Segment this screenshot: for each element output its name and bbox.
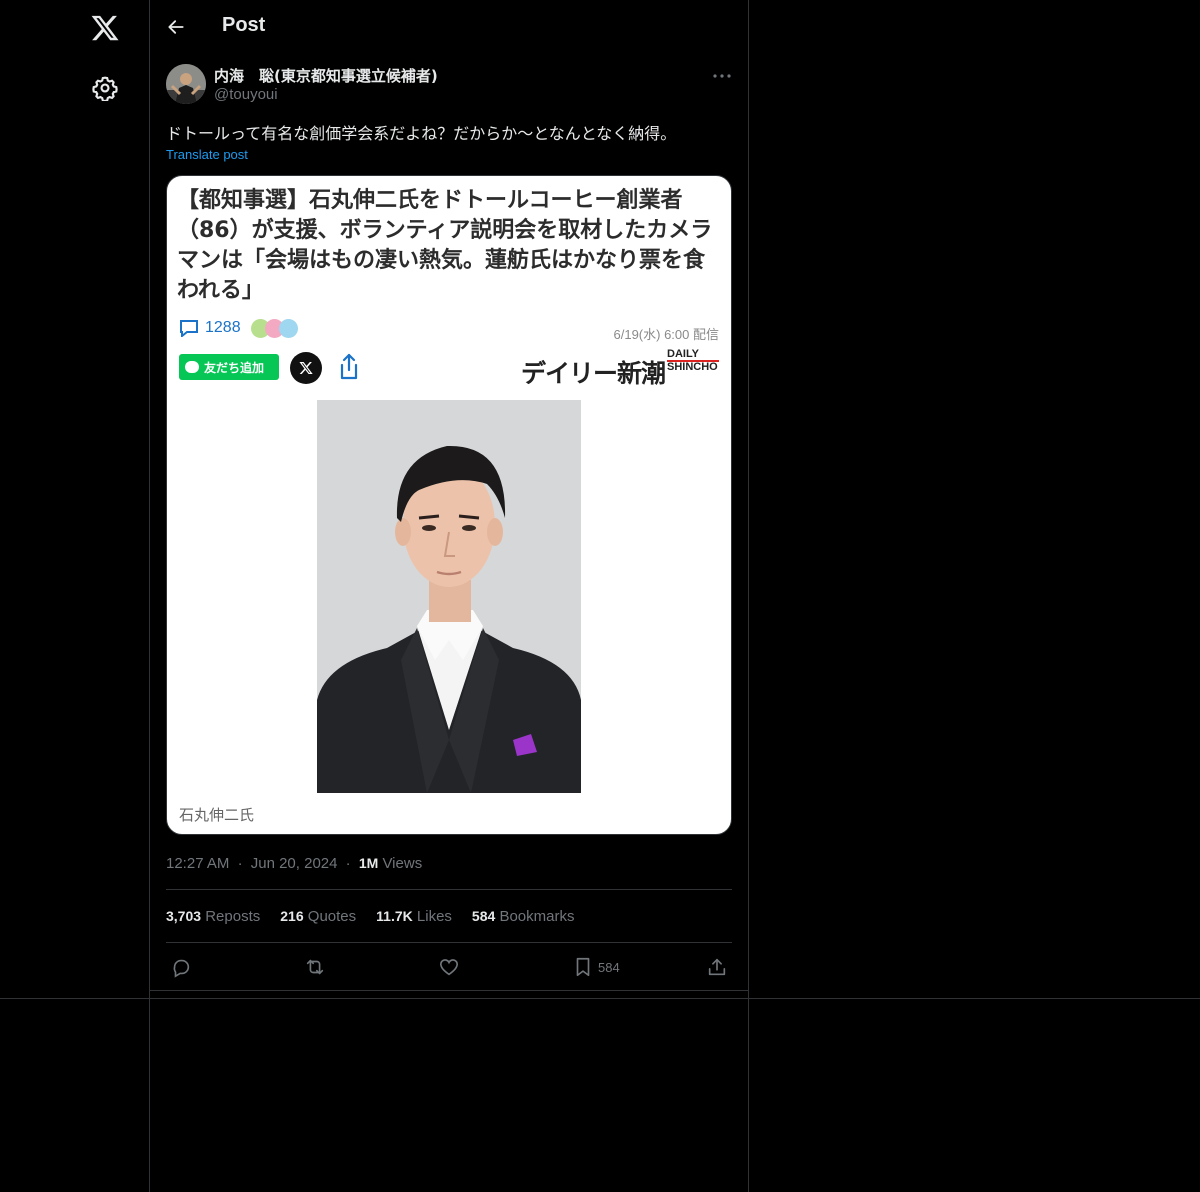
post-timestamp: 12:27 AM · Jun 20, 2024 · 1M Views — [166, 855, 422, 872]
post-date[interactable]: Jun 20, 2024 — [251, 855, 338, 872]
share-button[interactable] — [706, 956, 728, 978]
heart-icon — [439, 959, 459, 976]
engagement-stats: 3,703 Reposts 216 Quotes 11.7K Likes 584… — [166, 908, 574, 925]
post-time[interactable]: 12:27 AM — [166, 855, 229, 872]
left-nav — [0, 0, 150, 1192]
post-media-image[interactable]: 【都知事選】石丸伸二氏をドトールコーヒー創業者（86）が支援、ボランティア説明会… — [166, 175, 732, 835]
article-date: 6/19(水) 6:00 配信 — [613, 327, 720, 342]
like-button[interactable] — [438, 956, 460, 978]
divider — [166, 942, 732, 943]
comment-count: 1288 — [205, 319, 241, 336]
divider — [150, 990, 748, 991]
publisher-en-line2: SHINCHO — [667, 361, 718, 373]
reposts-count: 3,703 — [166, 908, 202, 924]
photo-caption: 石丸伸二氏 — [179, 806, 255, 824]
portrait-photo — [317, 400, 581, 793]
share-icon — [708, 958, 726, 976]
bookmarks-count: 584 — [471, 908, 496, 924]
page-header: Post — [150, 0, 748, 54]
share-icon — [340, 353, 358, 380]
publisher-accent-bar — [667, 360, 719, 362]
reposts-stat[interactable]: 3,703 Reposts — [166, 908, 260, 925]
avatar[interactable] — [166, 64, 206, 104]
bookmark-button[interactable]: 584 — [572, 956, 620, 978]
comment-icon — [180, 320, 198, 337]
page-title: Post — [222, 14, 266, 36]
reply-icon — [173, 959, 190, 978]
publisher-en-line1: DAILY — [667, 348, 699, 360]
publisher-name-jp: デイリー新潮 — [521, 359, 666, 388]
bookmarks-stat[interactable]: 584 Bookmarks — [472, 908, 575, 925]
line-add-friend-button: 友だち追加 — [179, 354, 279, 380]
more-options-icon[interactable] — [710, 64, 734, 88]
bookmarks-label: Bookmarks — [495, 908, 575, 925]
line-button-label: 友だち追加 — [204, 360, 265, 375]
quotes-label: Quotes — [303, 908, 357, 925]
author-handle[interactable]: @touyoui — [214, 86, 278, 103]
gear-icon[interactable] — [92, 75, 118, 101]
article-comment-count: 1288 — [179, 318, 298, 338]
divider — [0, 998, 1200, 999]
views-label: Views — [378, 855, 423, 872]
divider — [166, 889, 732, 890]
x-share-icon — [290, 352, 322, 384]
quotes-count: 216 — [280, 908, 304, 924]
timestamp-separator: · — [345, 855, 351, 872]
likes-stat[interactable]: 11.7K Likes — [376, 908, 452, 925]
likes-count: 11.7K — [376, 908, 413, 924]
bookmark-icon — [576, 957, 590, 977]
bookmark-count: 584 — [598, 959, 620, 975]
reposts-label: Reposts — [201, 908, 261, 925]
arrow-left-icon[interactable] — [166, 17, 186, 37]
repost-button[interactable] — [304, 956, 326, 978]
likes-label: Likes — [412, 908, 452, 925]
post-text: ドトールって有名な創価学会系だよね？だからか〜となんとなく納得。 — [166, 124, 677, 143]
timestamp-separator: · — [237, 855, 243, 872]
views-count: 1M — [358, 855, 379, 871]
quotes-stat[interactable]: 216 Quotes — [280, 908, 356, 925]
reply-button[interactable] — [170, 956, 192, 978]
translate-post-link[interactable]: Translate post — [166, 147, 248, 162]
line-icon — [185, 361, 199, 373]
article-headline: 【都知事選】石丸伸二氏をドトールコーヒー創業者（86）が支援、ボランティア説明会… — [177, 188, 713, 303]
x-logo-icon[interactable] — [90, 13, 120, 43]
author-name[interactable]: 内海 聡(東京都知事選立候補者) — [214, 65, 438, 86]
repost-icon — [306, 959, 324, 975]
publisher-logo: デイリー新潮 DAILY SHINCHO — [521, 346, 721, 388]
main-column: Post 内海 聡(東京都知事選立候補者) @touyoui ドトールって有名な… — [150, 0, 749, 1192]
reaction-cool-icon — [278, 318, 298, 338]
